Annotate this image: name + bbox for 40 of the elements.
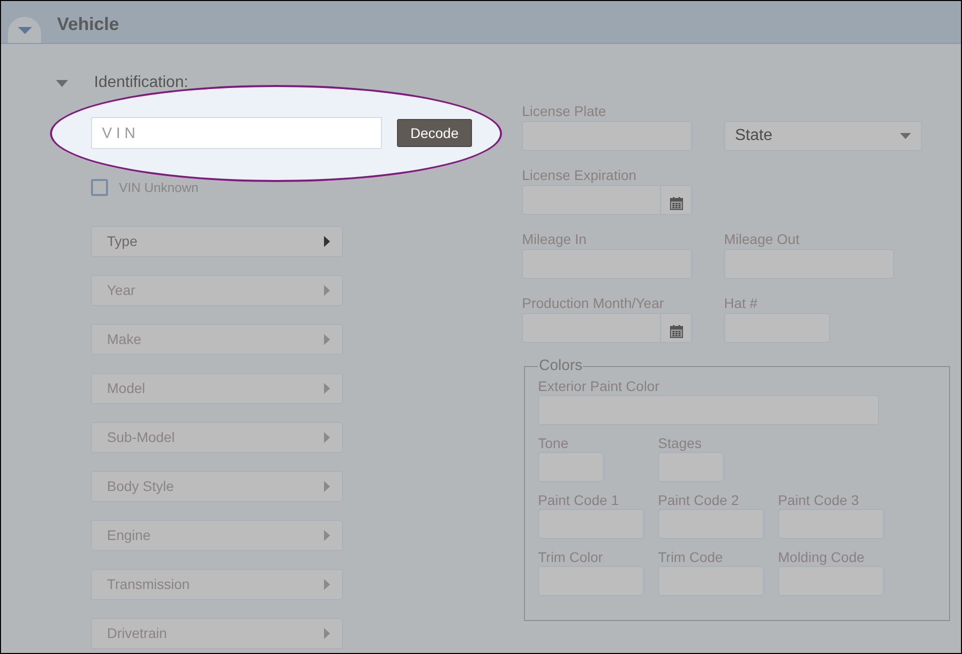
field-label: Hat # [724, 295, 758, 311]
field-label: Trim Code [658, 548, 724, 564]
selector-button[interactable]: Type [91, 226, 343, 256]
right-arrow-icon [324, 382, 330, 394]
calendar-icon [670, 325, 682, 338]
vin-field[interactable]: V I N [91, 117, 382, 149]
field-label: Paint Code 2 [658, 492, 740, 508]
decode-button[interactable]: Decode [397, 119, 472, 147]
down-arrow-icon[interactable] [56, 80, 68, 86]
checkbox[interactable] [91, 179, 108, 196]
panel-title: Vehicle [57, 13, 120, 36]
right-arrow-icon [324, 578, 330, 590]
field-label: Paint Code 1 [538, 492, 620, 508]
right-arrow-icon [324, 480, 330, 492]
group-title: Colors [538, 356, 584, 376]
right-arrow-icon [324, 530, 330, 540]
field-label: License Plate [522, 103, 606, 119]
field-label: Stages [658, 434, 703, 450]
field-label: Molding Code [778, 548, 866, 564]
field-label: License Expiration [522, 167, 636, 183]
right-arrow-icon [324, 432, 330, 442]
field-label: Paint Code 3 [778, 492, 860, 508]
field-label: Mileage In [522, 231, 587, 247]
field-label: Tone [538, 434, 570, 450]
right-arrow-icon [324, 628, 330, 638]
field-label: Exterior Paint Color [538, 378, 660, 394]
right-arrow-icon [324, 284, 330, 296]
date-field[interactable] [522, 185, 692, 215]
state-dropdown[interactable]: State [724, 121, 922, 151]
field-label: Trim Color [538, 548, 604, 564]
field-label: Mileage Out [724, 231, 800, 247]
down-arrow-icon [18, 26, 32, 34]
right-arrow-icon [324, 334, 330, 344]
date-field[interactable] [522, 313, 692, 343]
field-label: Production Month/Year [522, 295, 664, 311]
right-arrow-icon [324, 236, 330, 246]
caret-icon [900, 133, 911, 139]
collapse-tab[interactable] [8, 17, 41, 43]
calendar-icon [670, 197, 682, 210]
section-title: Identification: [94, 73, 188, 93]
